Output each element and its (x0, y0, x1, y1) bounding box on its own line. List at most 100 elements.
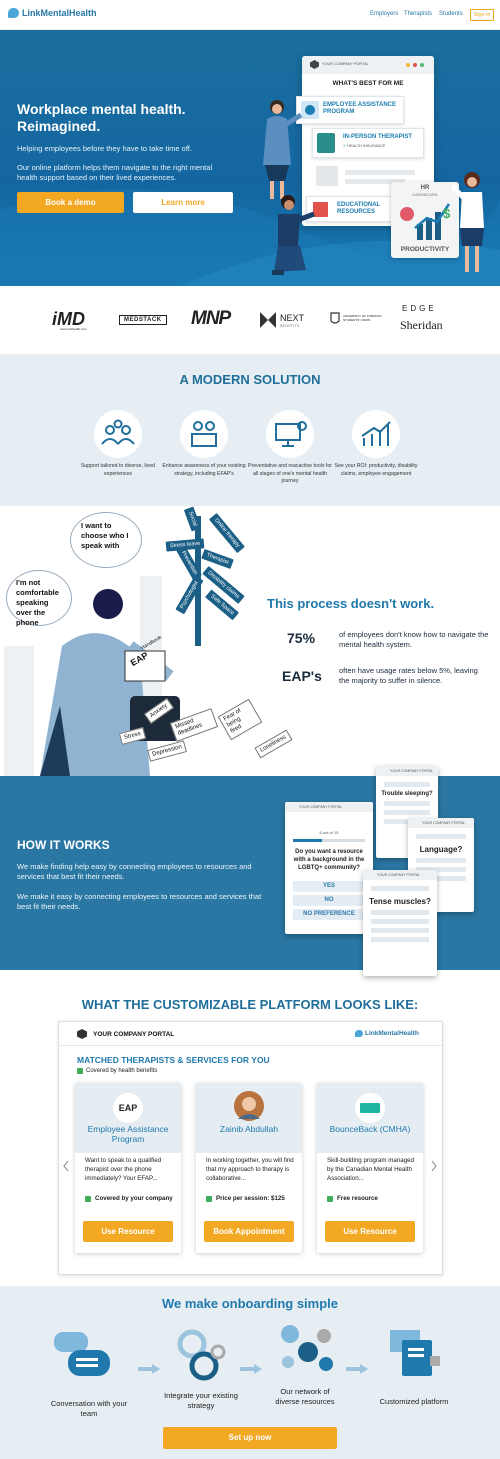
portal-title: YOUR COMPANY PORTAL (322, 62, 369, 66)
option-no-preference[interactable]: NO PREFERENCE (293, 909, 365, 920)
how-it-works-p2: We make it easy by connecting employees … (17, 892, 262, 911)
thought-bubble-phone: I'm not comfortable speaking over the ph… (6, 570, 72, 627)
feature-text-tools: Preventative and reacactive tools for al… (248, 463, 332, 484)
eap-badge: EAP (113, 1093, 143, 1123)
next-logo-mark-icon (260, 312, 276, 328)
book-demo-button[interactable]: Book a demo (17, 192, 124, 213)
mini-question-lgbtq: Do you want a resource with a background… (293, 849, 365, 871)
growth-chart-icon (361, 421, 391, 446)
step-platform-label: Customized platform (379, 1397, 449, 1406)
service-card-meta: Covered by your company (85, 1195, 173, 1202)
woman-figure-illustration (263, 100, 303, 199)
stat-number-eap: EAP's (282, 668, 322, 684)
conversation-icon (54, 1332, 110, 1376)
question-progress-bar (293, 839, 322, 842)
mini-bar-title: YOUR COMPANY PORTAL (422, 821, 466, 825)
service-card-therapist: Zainib Abdullah In working together, you… (196, 1083, 302, 1253)
mini-card-lgbtq: YOUR COMPANY PORTAL 6 out of 15 Do you w… (285, 802, 373, 934)
check-icon (85, 1195, 91, 1202)
feature-circle-roi (352, 410, 400, 458)
brand-logo[interactable]: LinkMentalHealth (8, 8, 97, 18)
utsu-shield-icon (330, 312, 340, 324)
gears-icon (177, 1329, 226, 1381)
productivity-chart-icon: $ (400, 203, 451, 240)
service-card-description: Want to speak to a qualified therapist o… (85, 1157, 162, 1182)
therapist-avatar (317, 133, 335, 153)
portal-placeholder-image (316, 166, 338, 186)
team-icon (191, 421, 217, 447)
portal-card-eap-label: EMPLOYEE ASSISTANCE PROGRAM (323, 102, 397, 115)
set-up-now-button[interactable]: Set up now (163, 1427, 337, 1449)
feature-text-diverse: Support tailored to diverse, lived exper… (80, 463, 156, 477)
service-card-meta: Free resource (327, 1195, 378, 1202)
use-resource-button[interactable]: Use Resource (83, 1221, 173, 1242)
step-integrate-label: Integrate your existing strategy (164, 1391, 238, 1410)
nav-link-therapists[interactable]: Therapists (404, 11, 432, 17)
hero-subtitle: Helping employees before they have to ta… (17, 144, 192, 153)
hr-label: HR (420, 185, 430, 191)
thought-bubble-choose: I want to choose who I speak with (70, 512, 142, 568)
portal-heading: WHAT'S BEST FOR ME (332, 80, 404, 87)
feature-text-awareness: Enhance awareness of your existing strat… (162, 463, 246, 477)
arrow-right-icon (346, 1364, 368, 1374)
logo-medstack: MEDSTACK (119, 315, 167, 325)
process-title: This process doesn't work. (267, 596, 435, 611)
service-card-name: Employee Assistance Program (87, 1124, 169, 1144)
book-appointment-button[interactable]: Book Appointment (204, 1221, 294, 1242)
portal-card-eap[interactable]: EMPLOYEE ASSISTANCE PROGRAM (296, 96, 404, 124)
check-icon (327, 1195, 333, 1202)
service-card-name: Zainib Abdullah (219, 1124, 279, 1134)
portal-titlebar: YOUR COMPANY PORTAL (302, 56, 434, 74)
use-resource-button[interactable]: Use Resource (325, 1221, 415, 1242)
hero-description: Our online platform helps them navigate … (17, 163, 213, 182)
portal-card-therapist-label: IN-PERSON THERAPIST (343, 134, 413, 140)
logo-next: NEXT (280, 313, 305, 323)
service-card-name: BounceBack (CMHA) (329, 1124, 411, 1134)
mini-card-muscles: YOUR COMPANY PORTAL Tense muscles? (363, 870, 437, 976)
feature-text-roi: See your ROI: productivity, disability c… (334, 463, 418, 477)
dashboard-label: DASHBOARD (412, 192, 438, 197)
chevron-right-icon[interactable] (430, 1160, 438, 1172)
productivity-label: PRODUCTIVITY (400, 246, 450, 253)
logo-next-sub: BENEFITS (280, 323, 300, 328)
therapist-avatar (234, 1091, 264, 1121)
stat-text-75: of employees don't know how to navigate … (339, 630, 489, 649)
covered-label: Covered by health benefits (86, 1068, 158, 1074)
feature-circle-tools (266, 410, 314, 458)
stat-text-eap: often have usage rates below 5%, leaving… (339, 666, 478, 685)
brand-name: LinkMentalHealth (22, 8, 97, 18)
hexagon-icon (310, 60, 319, 69)
page: LinkMentalHealth Employers Therapists St… (0, 0, 500, 1459)
matched-heading: MATCHED THERAPISTS & SERVICES FOR YOU (77, 1055, 270, 1065)
health-insurance-label: ✔ HEALTH INSURANCE (343, 144, 386, 148)
nav-link-employers[interactable]: Employers (370, 11, 398, 17)
chat-bubble-icon (8, 8, 19, 18)
feature-circle-awareness (180, 410, 228, 458)
portal-card-education-label: EDUCATIONAL RESOURCES (337, 202, 381, 215)
service-card-bounceback: BounceBack (CMHA) Skill-building program… (317, 1083, 423, 1253)
learn-more-button[interactable]: Learn more (133, 192, 233, 213)
portal-card-education[interactable]: EDUCATIONAL RESOURCES (306, 196, 392, 222)
stat-number-75: 75% (287, 630, 316, 646)
onboarding-title: We make onboarding simple (161, 1296, 339, 1311)
service-card-meta: Price per session: $125 (206, 1195, 285, 1202)
mini-question-language: Language? (419, 845, 463, 854)
chat-bubble-icon (355, 1030, 363, 1037)
portal-card-therapist[interactable]: IN-PERSON THERAPIST ✔ HEALTH INSURANCE (312, 128, 424, 158)
window-dot-red (413, 63, 417, 67)
covered-checkbox-row[interactable]: Covered by health benefits (77, 1068, 157, 1074)
mini-question-muscles: Tense muscles? (369, 897, 431, 906)
logo-utsu: UNIVERSITY OF TORONTO STUDENTS' UNION (343, 314, 382, 322)
top-nav: LinkMentalHealth Employers Therapists St… (0, 0, 500, 30)
sign-in-button[interactable]: Sign in (470, 9, 494, 21)
man-kneeling-illustration (272, 195, 315, 275)
chevron-left-icon[interactable] (62, 1160, 70, 1172)
check-icon (206, 1195, 212, 1202)
woman-pointing-illustration (452, 172, 484, 272)
option-yes[interactable]: YES (293, 881, 365, 892)
option-no[interactable]: NO (293, 895, 365, 906)
nav-link-students[interactable]: Students (439, 11, 463, 17)
network-icon (281, 1325, 333, 1371)
window-dot-yellow (406, 63, 410, 67)
service-card-eap: EAP Employee Assistance Program Want to … (75, 1083, 181, 1253)
